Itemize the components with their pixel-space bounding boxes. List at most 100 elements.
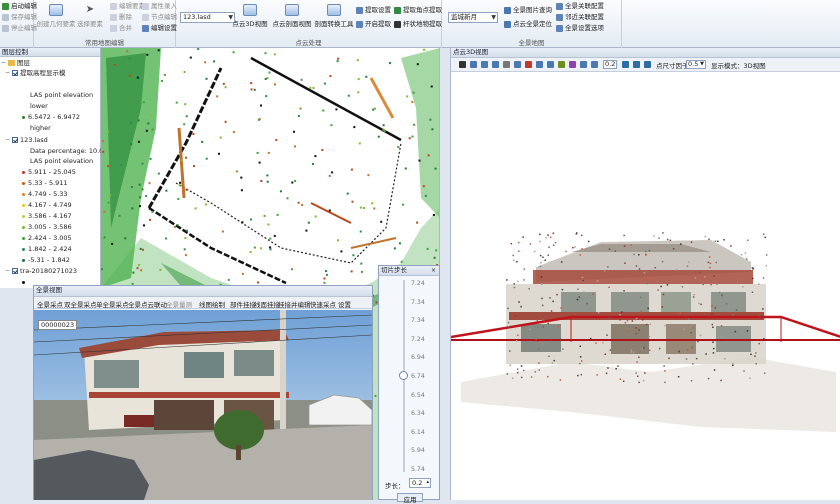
measure-icon[interactable] [525, 61, 532, 68]
point-size-select[interactable]: 0.5 ▼ [686, 60, 706, 69]
pointcloud-3d-canvas[interactable] [451, 72, 840, 500]
map-point [232, 51, 235, 54]
pointcloud-locate-button[interactable]: 点云全景定位 [504, 19, 552, 29]
select-feature-button[interactable]: ➤ 选择要素 [70, 4, 110, 28]
cloud-point [514, 315, 517, 317]
menu-panorama-measure[interactable]: 全景量测 [166, 299, 192, 309]
cloud-point [637, 375, 639, 377]
map-point [413, 123, 416, 126]
cloud-point [735, 309, 738, 311]
zoom-factor-input[interactable]: 0.2 [603, 60, 617, 69]
lasd-dataset-select[interactable]: 123.lasd ▼ [180, 12, 235, 23]
edit-settings-button[interactable]: 编辑设置 [142, 23, 177, 33]
top-view-icon[interactable] [514, 61, 521, 68]
menu-part-attach[interactable]: 部件挂接 [230, 299, 256, 309]
layer-item-lasd[interactable]: −123.lasd [5, 135, 48, 145]
layer-item-elevation-display[interactable]: − 提取高程显示模 [5, 68, 66, 78]
rotate-icon[interactable] [503, 61, 510, 68]
layer-root[interactable]: − 图层 [1, 58, 30, 68]
map-point [393, 247, 396, 250]
cloud-point [674, 245, 677, 247]
legend-entry: 4.749 - 5.33 [22, 189, 68, 199]
cloud-point [718, 291, 721, 294]
select-points-icon[interactable] [558, 61, 565, 68]
edit-feature-button[interactable]: 编辑要素 [110, 1, 145, 11]
start-edit-button[interactable]: 启动编辑 [2, 1, 37, 11]
neighbor-link-config-button[interactable]: 邻近关联配置 [556, 12, 604, 22]
menu-dual-panorama-pick[interactable]: 双全景采点 [64, 299, 97, 309]
pan-icon[interactable] [459, 61, 466, 68]
map-point [294, 179, 297, 182]
refresh-icon[interactable] [580, 61, 587, 68]
slider-tick-label: 5.94 [411, 447, 425, 455]
cloud-point [559, 379, 562, 381]
layer-visibility-checkbox[interactable] [12, 137, 18, 143]
save-edit-button[interactable]: 保存编辑 [2, 12, 37, 22]
merge-button[interactable]: 合并 [110, 23, 132, 33]
layer-visibility-checkbox[interactable] [12, 268, 18, 274]
cloud-point [554, 241, 557, 244]
profile-convert-tool-button[interactable]: 剖面转换工具 [314, 4, 354, 28]
panorama-settings-button[interactable]: 全景设置选项 [556, 23, 604, 33]
cloud-point [672, 248, 675, 250]
menu-panorama-pick[interactable]: 全景采点 [37, 299, 63, 309]
pointcloud-profile-view-button[interactable]: 点云剖面视图 [272, 4, 312, 28]
map-point [129, 121, 132, 124]
menu-line-area-attach[interactable]: 线面挂接 [254, 299, 280, 309]
zoom-extent-icon[interactable] [492, 61, 499, 68]
front-view-icon[interactable] [536, 61, 543, 68]
stepper-icon[interactable]: ▴ [426, 479, 429, 485]
filter-icon[interactable] [569, 61, 576, 68]
panorama-link-config-button[interactable]: 全景关联配置 [556, 1, 604, 11]
cloud-point [557, 325, 559, 328]
menu-single-panorama-pick[interactable]: 单全景采点 [96, 299, 129, 309]
menu-attach-and-edit[interactable]: 挂接并编辑 [278, 299, 311, 309]
pointcloud-3d-view-button[interactable]: 点云3D视图 [230, 4, 270, 28]
screenshot-icon[interactable] [622, 61, 629, 68]
cloud-point [540, 276, 543, 278]
close-icon[interactable]: × [431, 267, 436, 274]
map-point [173, 225, 176, 228]
panorama-image[interactable] [34, 310, 372, 500]
panorama-select[interactable]: 监城新月 ▼ [448, 12, 498, 23]
stop-edit-button[interactable]: 停止编辑 [2, 23, 37, 33]
node-edit-button[interactable]: 节点编辑 [142, 12, 177, 22]
step-value-input[interactable]: 0.2 ▴ [409, 478, 431, 488]
display-mode-dropdown[interactable]: 显示模式：3D视图 [711, 60, 766, 70]
settings-icon[interactable] [591, 61, 598, 68]
grid-icon[interactable] [644, 61, 651, 68]
layer-visibility-checkbox[interactable] [12, 70, 18, 76]
panorama-query-button[interactable]: 全景图片查询 [504, 5, 552, 15]
cloud-point [603, 271, 605, 273]
legend-swatch [22, 258, 25, 262]
corner-extract-button[interactable]: 提取角点提取 [394, 5, 442, 15]
apply-button[interactable]: 应用 [397, 493, 423, 504]
collapse-icon[interactable]: − [5, 266, 10, 276]
map-point [157, 172, 160, 175]
attribute-input-button[interactable]: 属性录入 [142, 1, 177, 11]
zoom-out-icon[interactable] [481, 61, 488, 68]
slider-thumb[interactable] [399, 371, 408, 380]
menu-quick-pick[interactable]: 快速采点 [310, 299, 336, 309]
cloud-point [633, 351, 635, 353]
menu-settings[interactable]: 设置 [338, 299, 351, 309]
extract-settings-button[interactable]: 提取设置 [356, 5, 391, 15]
pole-extract-button[interactable]: 杆状地物提取 [394, 19, 442, 29]
collapse-icon[interactable]: − [5, 68, 10, 78]
zoom-in-icon[interactable] [470, 61, 477, 68]
delete-button[interactable]: 删除 [110, 12, 132, 22]
legend-entry: 1.842 - 2.424 [22, 244, 72, 254]
menu-line-draw[interactable]: 线图绘制 [199, 299, 225, 309]
cloud-point [635, 265, 638, 267]
cloud-point [541, 304, 544, 307]
side-view-icon[interactable] [547, 61, 554, 68]
start-extract-button[interactable]: 开启提取 [356, 19, 391, 29]
merge-icon [110, 24, 117, 32]
export-icon[interactable] [633, 61, 640, 68]
menu-panorama-pointcloud-link[interactable]: 全景点云联动 [128, 299, 167, 309]
map-point [185, 115, 188, 118]
collapse-icon[interactable]: − [5, 135, 10, 145]
layer-item-trajectory[interactable]: − tra-20180271023 [5, 266, 77, 276]
cloud-point [750, 271, 752, 273]
collapse-icon[interactable]: − [1, 58, 6, 68]
